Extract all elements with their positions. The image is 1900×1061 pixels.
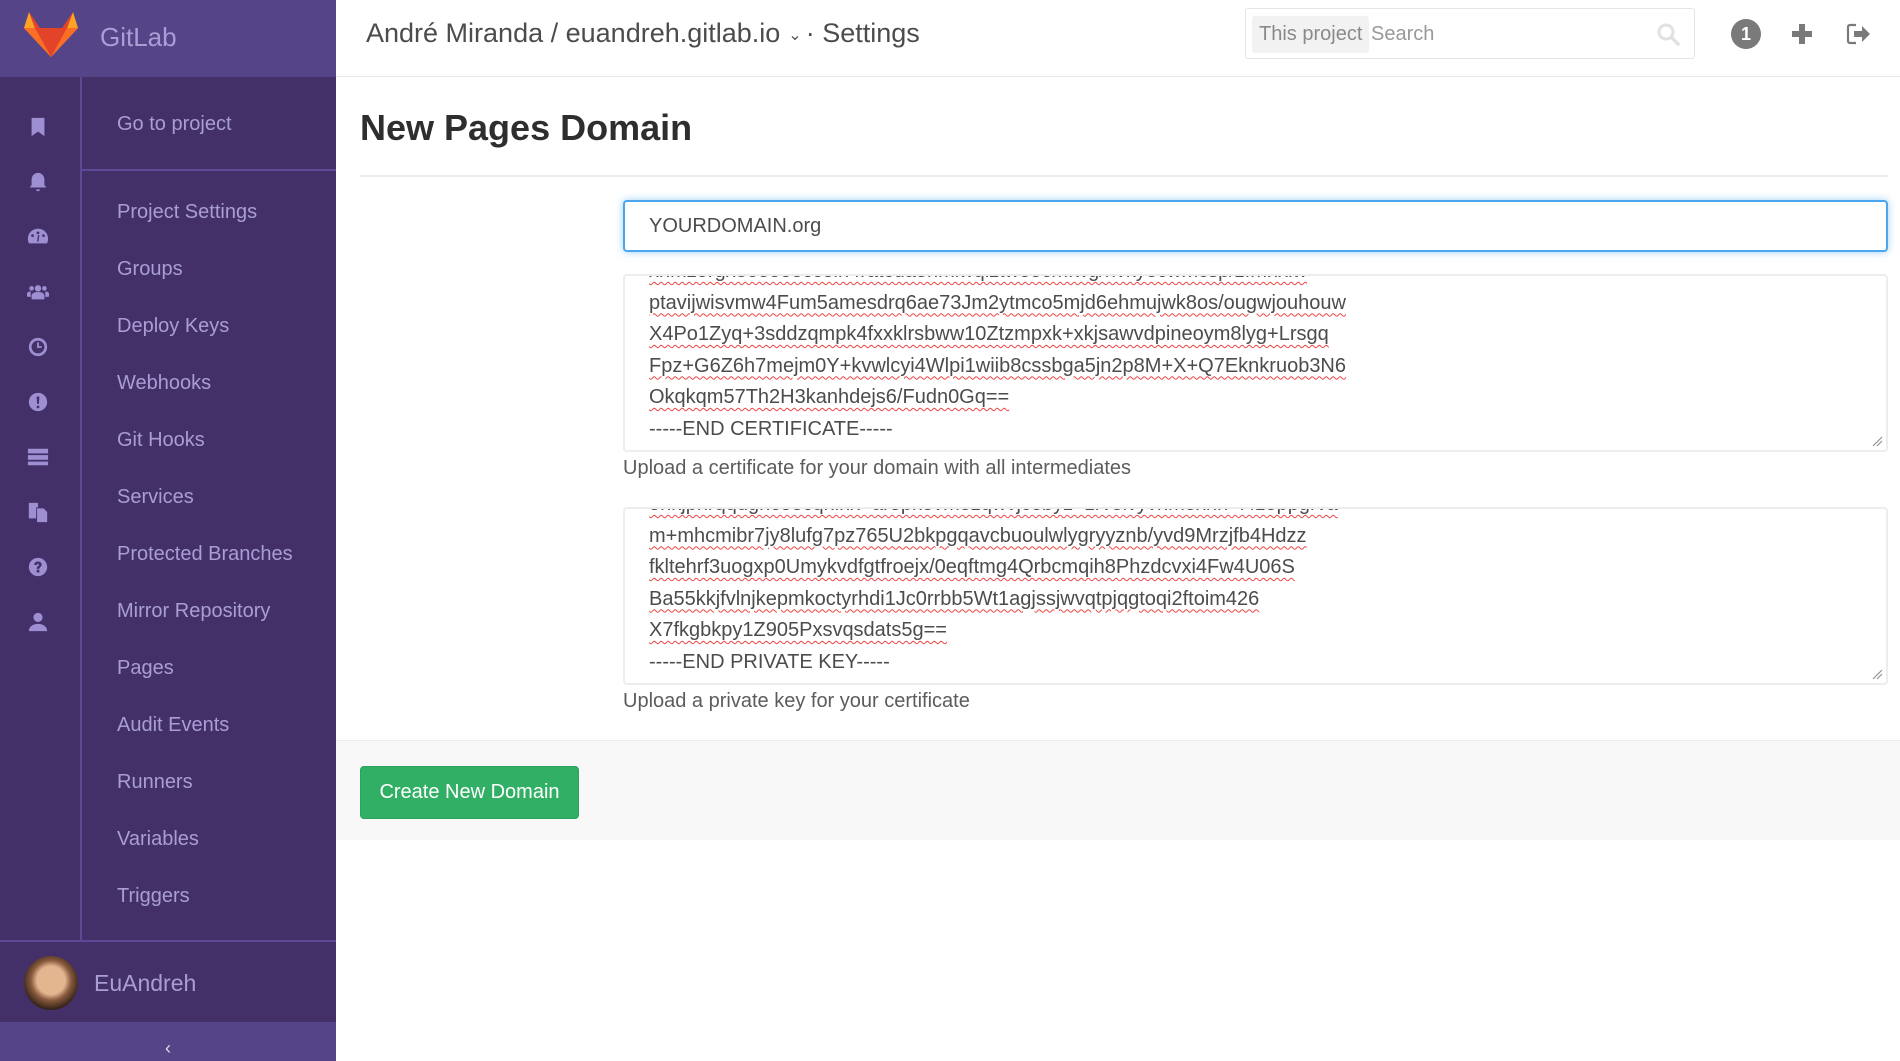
gitlab-logo-icon[interactable] (24, 8, 78, 58)
question-icon[interactable] (26, 555, 50, 579)
certificate-text: xnmzorgx3eeeeecceih4ratcdaonmlwqiztweocm… (649, 276, 1347, 445)
sidebar-user[interactable]: EuAndreh (0, 940, 336, 1022)
pem-line: m+mhcmibr7jy8lufg7pz765U2bkpgqavcbuoulwl… (649, 524, 1307, 547)
key-help-text: Upload a private key for your certificat… (623, 690, 970, 712)
sidebar-item-triggers[interactable]: Triggers (117, 885, 190, 908)
sidebar-item-variables[interactable]: Variables (117, 828, 199, 851)
pem-line: Ba55kkjfvlnjkepmkoctyrhdi1Jc0rrbb5Wt1agj… (649, 587, 1260, 610)
clock-icon[interactable] (26, 335, 50, 359)
brand-name[interactable]: GitLab (100, 22, 177, 53)
sidebar-item-groups[interactable]: Groups (117, 258, 183, 281)
users-icon[interactable] (26, 280, 50, 304)
pem-line: X7fkgbkpy1Z905Pxsvqsdats5g== (649, 619, 947, 641)
domain-input[interactable] (623, 200, 1888, 252)
pem-line: Okqkqm57Th2H3kanhdejs6/Fudn0Gq== (649, 386, 1010, 408)
sidebar-item-git-hooks[interactable]: Git Hooks (117, 429, 205, 452)
sign-out-button[interactable] (1843, 18, 1875, 50)
copy-icon[interactable] (26, 500, 50, 524)
search-scope-badge[interactable]: This project (1252, 16, 1370, 53)
key-text: onkjphrqqdgnceecqhlnx+aropkevmozqwvjceby… (649, 509, 1338, 678)
search-box: This project (1245, 8, 1695, 59)
todo-count-badge: 1 (1731, 19, 1761, 49)
breadcrumb-page: Settings (822, 18, 920, 48)
chevron-left-icon: ‹ (165, 1038, 171, 1058)
sidebar-item-services[interactable]: Services (117, 486, 194, 509)
sidebar-item-runners[interactable]: Runners (117, 771, 193, 794)
sign-out-icon (1846, 23, 1870, 45)
resize-handle-icon[interactable] (1871, 435, 1883, 447)
pem-line: -----END CERTIFICATE----- (649, 417, 893, 440)
pem-line: Fpz+G6Z6h7mejm0Y+kvwlcyi4Wlpi1wiib8cssbg… (649, 354, 1347, 377)
user-icon[interactable] (26, 610, 50, 634)
top-header: André Miranda / euandreh.gitlab.io ⌄ · Set… (336, 0, 1900, 77)
search-icon[interactable] (1656, 22, 1680, 46)
breadcrumb-separator: / (543, 18, 566, 48)
key-textarea[interactable]: onkjphrqqdgnceecqhlnx+aropkevmozqwvjceby… (623, 507, 1888, 685)
create-new-domain-button[interactable]: Create New Domain (360, 766, 579, 819)
chevron-down-icon[interactable]: ⌄ (788, 25, 801, 45)
form-actions: Create New Domain (336, 740, 1900, 840)
sidebar-header: GitLab (0, 0, 336, 77)
title-divider (360, 175, 1888, 177)
bell-icon[interactable] (26, 170, 50, 194)
page-title: New Pages Domain (360, 107, 693, 148)
pem-line: onkjphrqqdgnceecqhlnx+aropkevmozqwvjceby… (649, 509, 1338, 521)
sidebar-item-project-settings[interactable]: Project Settings (117, 201, 257, 224)
sidebar: GitLab Go to project Project Settings Gr… (0, 0, 336, 1061)
sidebar-item-audit-events[interactable]: Audit Events (117, 714, 229, 737)
breadcrumb-owner[interactable]: André Miranda (366, 18, 543, 48)
sidebar-item-webhooks[interactable]: Webhooks (117, 372, 211, 395)
breadcrumb: André Miranda / euandreh.gitlab.io ⌄ · Set… (366, 18, 920, 49)
pem-line: -----END PRIVATE KEY----- (649, 650, 890, 673)
new-item-button[interactable] (1786, 18, 1818, 50)
certificate-help-text: Upload a certificate for your domain wit… (623, 457, 1132, 479)
sidebar-item-deploy-keys[interactable]: Deploy Keys (117, 315, 229, 338)
exclamation-icon[interactable] (26, 390, 50, 414)
sidebar-item-protected-branches[interactable]: Protected Branches (117, 543, 293, 566)
resize-handle-icon[interactable] (1871, 668, 1883, 680)
pem-line: X4Po1Zyq+3sddzqmpk4fxxklrsbww10Ztzmpxk+x… (649, 323, 1329, 345)
pem-line: fkltehrf3uogxp0Umykvdfgtfroejx/0eqftmg4Q… (649, 556, 1295, 578)
sidebar-item-pages[interactable]: Pages (117, 657, 174, 680)
certificate-textarea[interactable]: xnmzorgx3eeeeecceih4ratcdaonmlwqiztweocm… (623, 274, 1888, 452)
server-icon[interactable] (26, 445, 50, 469)
todos-button[interactable]: 1 (1730, 18, 1762, 50)
go-to-project-link[interactable]: Go to project (82, 77, 336, 171)
main-content: New Pages Domain Domain Certificate (PEM… (336, 77, 1900, 1061)
collapse-sidebar-button[interactable]: ‹ (0, 1022, 336, 1061)
pem-line: xnmzorgx3eeeeecceih4ratcdaonmlwqiztweocm… (649, 276, 1346, 288)
breadcrumb-project[interactable]: euandreh.gitlab.io (566, 18, 781, 48)
sidebar-item-mirror-repository[interactable]: Mirror Repository (117, 600, 270, 623)
bookmark-icon[interactable] (26, 115, 50, 139)
plus-icon (1792, 24, 1812, 44)
avatar[interactable] (24, 956, 78, 1010)
sidebar-icon-column (0, 77, 82, 940)
username[interactable]: EuAndreh (94, 970, 196, 997)
search-input[interactable] (1371, 16, 1651, 53)
breadcrumb-dot: · (805, 18, 823, 48)
go-to-project-label: Go to project (117, 113, 232, 135)
dashboard-icon[interactable] (26, 225, 50, 249)
pem-line: ptavijwisvmw4Fum5amesdrq6ae73Jm2ytmco5mj… (649, 291, 1346, 314)
